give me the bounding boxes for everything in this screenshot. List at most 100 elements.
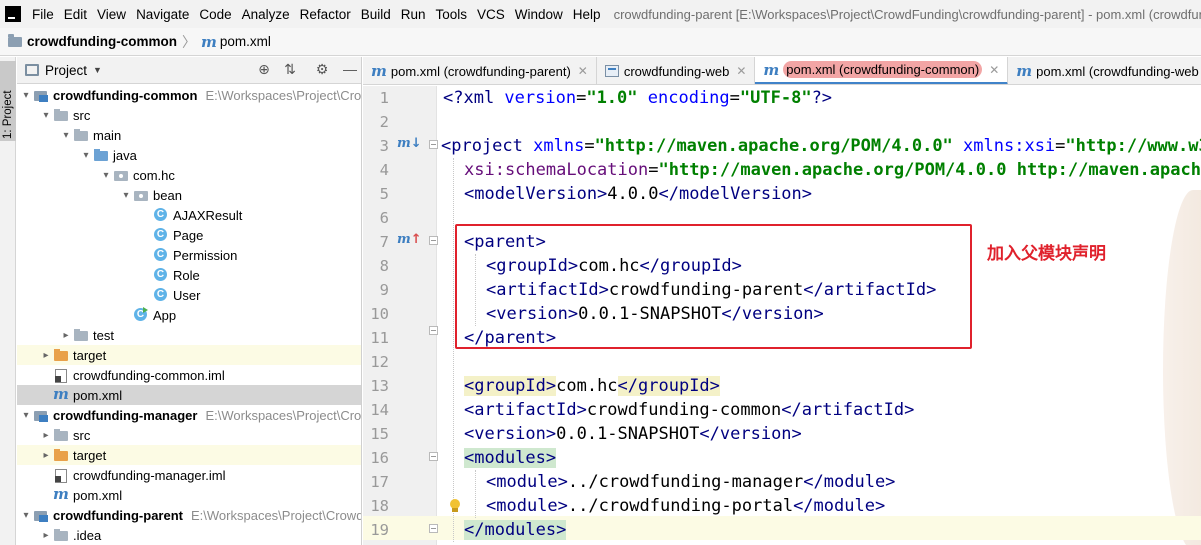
tree-row[interactable]: ▾ crowdfunding-common E:\Workspaces\Projec… xyxy=(17,85,362,105)
menu-edit[interactable]: Edit xyxy=(59,7,92,22)
tree-row[interactable]: ▸ target xyxy=(17,445,361,465)
tree-row[interactable]: Permission xyxy=(17,245,361,265)
tab-label: crowdfunding-web xyxy=(623,63,730,79)
locate-target-icon[interactable]: ⊕ xyxy=(255,61,273,78)
close-icon[interactable]: ✕ xyxy=(989,63,999,77)
package-icon xyxy=(133,188,149,202)
maven-pom-icon: m xyxy=(371,62,387,80)
chevron-right-icon[interactable]: ▸ xyxy=(39,350,53,361)
gutter-divider xyxy=(436,86,437,545)
tree-row[interactable]: ▸ test xyxy=(17,325,361,345)
fold-marker-icon[interactable] xyxy=(429,452,438,461)
tree-row[interactable]: ▾ java xyxy=(17,145,361,165)
chevron-down-icon[interactable]: ▾ xyxy=(59,130,73,141)
code-line-1: <?xml version="1.0" encoding="UTF-8"?> xyxy=(443,88,833,108)
gear-icon[interactable]: ⚙ xyxy=(313,61,331,78)
intention-bulb-icon[interactable] xyxy=(449,498,461,514)
tree-row[interactable]: ▸ src xyxy=(17,425,361,445)
chevron-right-icon[interactable]: ▸ xyxy=(39,430,53,441)
tree-row[interactable]: crowdfunding-common.iml xyxy=(17,365,361,385)
menu-view[interactable]: View xyxy=(92,7,131,22)
line-number: 9 xyxy=(379,281,389,299)
tree-row[interactable]: App xyxy=(17,305,361,325)
menu-refactor[interactable]: Refactor xyxy=(295,7,356,22)
chevron-right-icon[interactable]: ▸ xyxy=(39,450,53,461)
tree-row[interactable]: pom.xml xyxy=(17,485,361,505)
fold-marker-icon[interactable] xyxy=(429,524,438,533)
tree-row[interactable]: Role xyxy=(17,265,361,285)
tab-crowdfunding-web[interactable]: crowdfunding-web ✕ xyxy=(597,57,756,84)
tree-item-path: E:\Workspaces\Project\CrowdFunding\crowd… xyxy=(191,507,362,523)
chevron-down-icon[interactable]: ▾ xyxy=(19,510,33,521)
tree-row[interactable]: ▾ main xyxy=(17,125,361,145)
line-number: 7 xyxy=(379,233,389,251)
tree-item-label: .idea xyxy=(73,527,102,543)
chevron-right-icon[interactable]: ▸ xyxy=(59,330,73,341)
folder-icon xyxy=(73,128,89,142)
tab-pom-common[interactable]: m pom.xml (crowdfunding-common) ✕ xyxy=(755,57,1009,84)
menu-window[interactable]: Window xyxy=(510,7,568,22)
collapse-all-icon[interactable]: ⇅ xyxy=(281,61,299,78)
fold-marker-icon[interactable] xyxy=(429,236,438,245)
close-icon[interactable]: ✕ xyxy=(578,64,588,78)
tree-row[interactable]: ▾ crowdfunding-parent E:\Workspaces\Projec… xyxy=(17,505,362,525)
hide-panel-icon[interactable]: — xyxy=(341,61,359,77)
tree-row[interactable]: pom.xml xyxy=(17,385,361,405)
maven-pom-icon xyxy=(53,385,69,403)
folder-icon xyxy=(53,108,69,122)
tree-row[interactable]: ▾ crowdfunding-manager E:\Workspaces\Proje… xyxy=(17,405,362,425)
tree-row[interactable]: ▾ com.hc xyxy=(17,165,361,185)
tree-item-label: crowdfunding-manager.iml xyxy=(73,467,226,483)
chevron-down-icon[interactable]: ▾ xyxy=(19,410,33,421)
tree-row[interactable]: ▾ bean xyxy=(17,185,361,205)
code-line-17: <module>../crowdfunding-manager</module> xyxy=(486,472,896,492)
tree-row[interactable]: ▸ .idea xyxy=(17,525,361,545)
line-number: 5 xyxy=(379,185,389,203)
chevron-down-icon[interactable]: ▾ xyxy=(79,150,93,161)
fold-marker-icon[interactable] xyxy=(429,140,438,149)
chevron-right-icon[interactable]: ▸ xyxy=(39,530,53,541)
code-line-18: <module>../crowdfunding-portal</module> xyxy=(486,496,886,516)
chevron-down-icon[interactable]: ▾ xyxy=(119,190,133,201)
webcam-overlay xyxy=(1163,190,1201,545)
menu-build[interactable]: Build xyxy=(356,7,396,22)
breadcrumb-module[interactable]: crowdfunding-common xyxy=(27,34,177,49)
tree-row[interactable]: AJAXResult xyxy=(17,205,361,225)
chevron-down-icon[interactable]: ▾ xyxy=(39,110,53,121)
menu-file[interactable]: File xyxy=(27,7,59,22)
tree-item-path: E:\Workspaces\Project\CrowdFunding\crowd… xyxy=(205,87,362,103)
tab-pom-web[interactable]: m pom.xml (crowdfunding-web xyxy=(1008,57,1201,84)
chevron-down-icon[interactable]: ▾ xyxy=(19,90,33,101)
line-number: 18 xyxy=(370,497,389,515)
tree-row[interactable]: User xyxy=(17,285,361,305)
project-view-selector[interactable]: Project xyxy=(45,63,87,78)
tree-item-label: target xyxy=(73,447,107,463)
overrides-marker-icon[interactable]: m↑ xyxy=(397,228,422,252)
menu-analyze[interactable]: Analyze xyxy=(237,7,295,22)
tree-row[interactable]: ▾ src xyxy=(17,105,361,125)
close-icon[interactable]: ✕ xyxy=(736,64,746,78)
chevron-down-icon[interactable]: ▾ xyxy=(99,170,113,181)
tree-row[interactable]: Page xyxy=(17,225,361,245)
maven-pom-icon: m xyxy=(1016,62,1033,80)
menu-tools[interactable]: Tools xyxy=(431,7,473,22)
module-folder-icon xyxy=(8,33,22,47)
overriding-marker-icon[interactable]: m↓ xyxy=(397,132,422,156)
tree-row[interactable]: ▸ target xyxy=(17,345,361,365)
menu-vcs[interactable]: VCS xyxy=(472,7,510,22)
code-line-3: <project xmlns="http://maven.apache.org/… xyxy=(441,136,1201,156)
menu-help[interactable]: Help xyxy=(568,7,606,22)
project-tool-window-label: 1: Project xyxy=(2,90,14,139)
menu-code[interactable]: Code xyxy=(194,7,236,22)
menu-run[interactable]: Run xyxy=(396,7,431,22)
tree-item-path: E:\Workspaces\Project\CrowdFunding\crowd… xyxy=(205,407,362,423)
fold-marker-icon[interactable] xyxy=(429,326,438,335)
code-line-15: <version>0.0.1-SNAPSHOT</version> xyxy=(464,424,802,444)
code-line-13: <groupId>com.hc</groupId> xyxy=(464,376,720,396)
tree-row[interactable]: crowdfunding-manager.iml xyxy=(17,465,361,485)
project-tool-window-tab[interactable]: 1: Project xyxy=(0,61,16,141)
tab-pom-parent[interactable]: m pom.xml (crowdfunding-parent) ✕ xyxy=(363,57,597,84)
breadcrumb-file[interactable]: pom.xml xyxy=(220,34,271,49)
chevron-down-icon[interactable]: ▼ xyxy=(93,65,102,75)
menu-navigate[interactable]: Navigate xyxy=(131,7,194,22)
